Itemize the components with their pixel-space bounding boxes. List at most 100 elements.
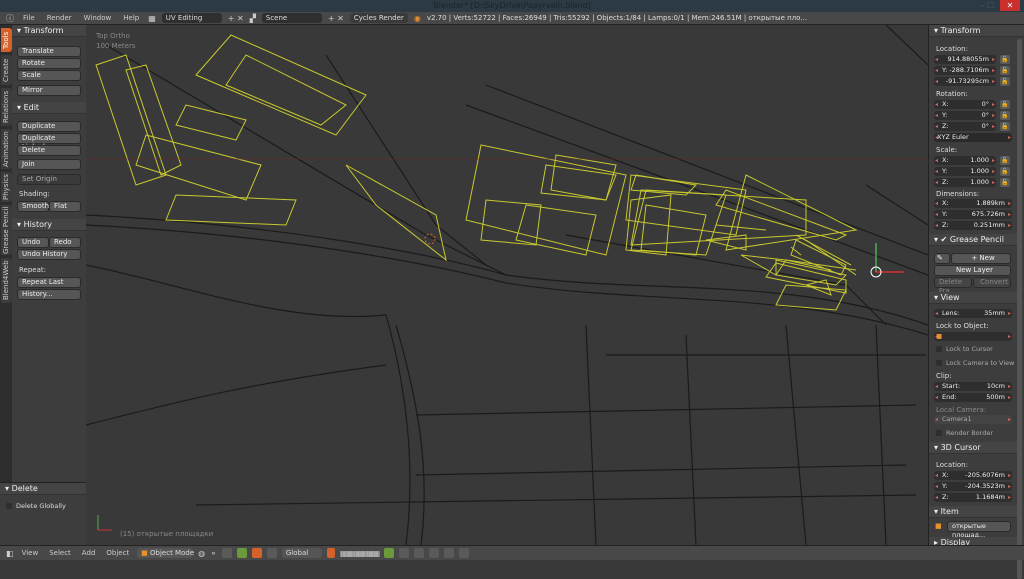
set-origin-select[interactable]: Set Origin [17,174,81,185]
rotation-x-field[interactable]: X:0° [934,100,996,109]
grease-pencil-panel-header[interactable]: ▾ ✔ Grease Pencil [929,234,1017,246]
history-panel-header[interactable]: ▾ History [12,219,86,231]
lock-camera-checkbox[interactable] [936,360,942,366]
item-panel-header[interactable]: ▾ Item [929,506,1017,518]
tab-tools[interactable]: Tools [1,28,12,52]
rotate-manipulator-icon[interactable] [251,548,262,558]
menu-window[interactable]: Window [81,14,115,22]
translate-button[interactable]: Translate [17,46,81,57]
render-opengl-icon[interactable] [444,548,455,558]
cursor-z-field[interactable]: Z:1.1684m [934,493,1012,502]
dimension-y-field[interactable]: Y:675.726m [934,210,1012,219]
edit-panel-header[interactable]: ▾ Edit [12,102,86,114]
translate-manipulator-icon[interactable] [236,548,247,558]
location-x-field[interactable]: 914.88055m [934,55,996,64]
proportional-edit-icon[interactable] [399,548,410,558]
tab-relations[interactable]: Relations [1,88,12,126]
tab-create[interactable]: Create [1,55,12,85]
duplicate-linked-button[interactable]: Duplicate Linked [17,133,81,151]
undo-button[interactable]: Undo [17,237,49,248]
tab-grease-pencil[interactable]: Grease Pencil [1,205,12,255]
lock-icon[interactable]: 🔓 [1000,122,1010,131]
undo-history-button[interactable]: Undo History [17,249,81,260]
pivot-point-icon[interactable]: ⚬ [210,549,217,558]
menu-object[interactable]: Object [103,549,132,557]
window-close-button[interactable]: ✕ [1000,0,1020,11]
new-grease-pencil-button[interactable]: + New [951,253,1011,264]
lock-icon[interactable]: 🔓 [1000,178,1010,187]
lock-icon[interactable]: 🔓 [1000,167,1010,176]
join-button[interactable]: Join [17,159,81,170]
rotation-mode-select[interactable]: XYZ Euler [934,133,1012,142]
transform-panel-header[interactable]: ▾ Transform [929,25,1024,37]
scale-z-field[interactable]: Z:1.000 [934,178,996,187]
menu-file[interactable]: File [20,14,38,22]
clip-end-field[interactable]: End:500m [934,393,1012,402]
repeat-last-button[interactable]: Repeat Last [17,277,81,288]
tab-blend4web[interactable]: Blend4Web [1,258,12,303]
lock-layers-icon[interactable] [384,548,395,558]
convert-button[interactable]: Convert [973,277,1011,288]
lock-icon[interactable]: 🔓 [1000,66,1010,75]
delete-button[interactable]: Delete [17,145,81,156]
location-y-field[interactable]: Y:-288.7106m [934,66,996,75]
tab-physics[interactable]: Physics [1,172,12,202]
delete-globally-checkbox[interactable] [6,503,12,509]
transform-panel-header[interactable]: ▾ Transform [12,25,86,37]
smooth-button[interactable]: Smooth [17,201,49,212]
scrollbar[interactable] [1017,39,1022,579]
lock-to-cursor-checkbox[interactable] [936,346,942,352]
item-name-field[interactable]: открытые площад... [947,521,1011,539]
scale-manipulator-icon[interactable] [266,548,277,558]
pencil-icon[interactable]: ✎ [934,253,950,264]
duplicate-button[interactable]: Duplicate [17,121,81,132]
render-engine-select[interactable]: Cycles Render [349,13,408,23]
rotation-z-field[interactable]: Z:0° [934,122,996,131]
transform-orientation-select[interactable]: Global [281,548,322,558]
lock-icon[interactable]: 🔓 [1000,156,1010,165]
layout-icon[interactable]: ▦ [148,14,156,23]
view-panel-header[interactable]: ▾ View [929,292,1017,304]
menu-add[interactable]: Add [79,549,99,557]
menu-render[interactable]: Render [44,14,75,22]
scale-button[interactable]: Scale [17,70,81,81]
manipulator-toggle[interactable] [221,548,232,558]
screen-layout-field[interactable]: UV Editing [161,13,222,23]
layer-active-icon[interactable] [326,548,335,558]
cursor-x-field[interactable]: X:-205.6076m [934,471,1012,480]
delete-frame-button[interactable]: Delete Fra... [934,277,972,295]
scale-y-field[interactable]: Y:1.000 [934,167,996,176]
3d-viewport[interactable]: Top Ortho 100 Meters (15) открытые площа… [86,25,928,545]
location-z-field[interactable]: -91.73295cm [934,77,996,86]
rotation-y-field[interactable]: Y:0° [934,111,996,120]
rotate-button[interactable]: Rotate [17,58,81,69]
menu-select[interactable]: Select [46,549,74,557]
layer-buttons[interactable]: ▦▦▦▦▦▦ [340,549,380,558]
editor-type-icon[interactable]: ⓘ [6,13,14,24]
lock-icon[interactable]: 🔓 [1000,111,1010,120]
new-layer-button[interactable]: New Layer [934,265,1011,276]
menu-help[interactable]: Help [120,14,142,22]
operator-panel-header[interactable]: ▾ Delete [0,483,86,495]
scale-x-field[interactable]: X:1.000 [934,156,996,165]
tab-animation[interactable]: Animation [1,129,12,169]
snap-target-icon[interactable] [429,548,440,558]
flat-button[interactable]: Flat [49,201,81,212]
lock-icon[interactable]: 🔓 [1000,100,1010,109]
cursor-y-field[interactable]: Y:-204.3523m [934,482,1012,491]
mirror-button[interactable]: Mirror [17,85,81,96]
clip-start-field[interactable]: Start:10cm [934,382,1012,391]
lens-field[interactable]: Lens:35mm [934,309,1012,318]
3d-cursor-panel-header[interactable]: ▾ 3D Cursor [929,442,1017,454]
add-layout-icon[interactable]: + ✕ [228,14,244,23]
editor-type-icon[interactable]: ◧ [6,549,14,558]
lock-icon[interactable]: 🔓 [1000,77,1010,86]
mode-select[interactable]: ■ Object Mode [137,548,194,558]
dimension-x-field[interactable]: X:1.889km [934,199,1012,208]
redo-button[interactable]: Redo [49,237,81,248]
local-camera-field[interactable]: Camera1 [934,415,1012,424]
lock-icon[interactable]: 🔓 [1000,55,1010,64]
viewport-shading-icon[interactable]: ◍ [198,549,205,558]
history-button[interactable]: History... [17,289,81,300]
menu-view[interactable]: View [19,549,42,557]
